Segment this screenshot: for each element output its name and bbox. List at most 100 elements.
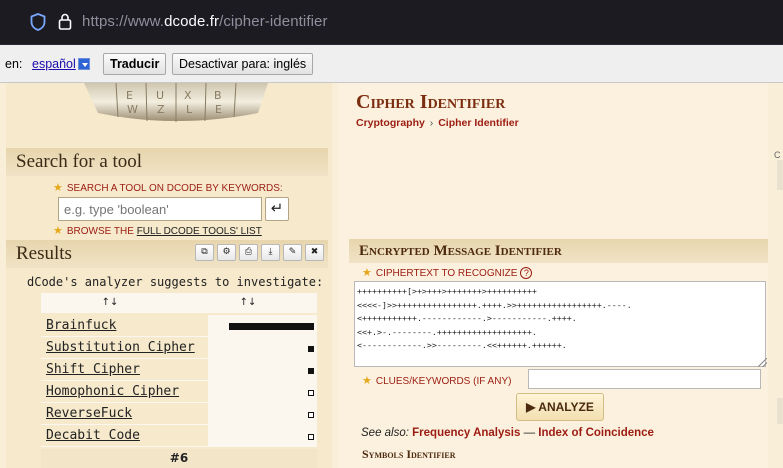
table-row: Homophonic Cipher xyxy=(41,381,317,403)
star-icon: ★ xyxy=(53,182,63,194)
score-bar xyxy=(308,368,314,374)
svg-text:L: L xyxy=(186,103,193,116)
browser-url-bar: https://www.dcode.fr/cipher-identifier xyxy=(0,0,783,45)
lock-icon[interactable] xyxy=(58,12,72,30)
enter-icon[interactable]: ↵ xyxy=(265,197,289,221)
right-edge-letter: C xyxy=(774,150,781,160)
download-icon[interactable]: ⤓ xyxy=(261,244,280,261)
page-title: Cipher Identifier xyxy=(356,91,506,113)
star-icon: ★ xyxy=(362,267,372,279)
close-icon[interactable]: ✖ xyxy=(305,244,324,261)
results-heading: Results ⧉ ⚙ ⎙ ⤓ ✎ ✖ xyxy=(6,240,328,268)
results-table-header: ↑↓ ↑↓ xyxy=(41,293,317,313)
translate-label: en: xyxy=(5,57,23,71)
results-title: Results xyxy=(16,243,72,264)
pin-icon[interactable]: ✎ xyxy=(283,244,302,261)
see-also: See also: Frequency Analysis — Index of … xyxy=(361,427,654,439)
chevron-down-icon[interactable] xyxy=(78,58,90,70)
browse-tools: ★ BROWSE THE FULL DCODE TOOLS' LIST xyxy=(53,224,262,237)
result-link[interactable]: Brainfuck xyxy=(41,315,208,336)
search-section-heading: Search for a tool xyxy=(6,148,328,176)
result-link[interactable]: Substitution Cipher xyxy=(41,337,208,358)
ciphertext-label-text: CIPHERTEXT TO RECOGNIZE xyxy=(375,268,518,279)
score-bar xyxy=(308,390,314,396)
table-row: Substitution Cipher xyxy=(41,337,317,359)
analyzer-text: dCode's analyzer suggests to investigate… xyxy=(27,275,324,289)
right-edge-box xyxy=(777,160,783,190)
sort-score-header[interactable]: ↑↓ xyxy=(179,293,317,313)
score-bar xyxy=(308,346,314,352)
main-content: Cipher Identifier Cryptography › Cipher … xyxy=(338,83,768,468)
full-tools-list-link[interactable]: FULL DCODE TOOLS' LIST xyxy=(137,226,262,237)
score-bar xyxy=(229,323,314,330)
score-cell xyxy=(208,315,317,336)
resize-handle-icon[interactable] xyxy=(758,358,767,367)
language-select[interactable]: español xyxy=(32,57,76,71)
url-path: /cipher-identifier xyxy=(219,13,328,30)
result-link[interactable]: ReverseFuck xyxy=(41,403,208,424)
result-link[interactable]: Shift Cipher xyxy=(41,359,208,380)
help-icon[interactable]: ? xyxy=(520,267,533,279)
index-of-coincidence-link[interactable]: Index of Coincidence xyxy=(538,427,654,439)
score-bar xyxy=(308,434,314,440)
score-cell xyxy=(208,337,317,358)
result-link[interactable]: Decabit Code xyxy=(41,425,208,446)
results-toolbar: ⧉ ⚙ ⎙ ⤓ ✎ ✖ xyxy=(195,244,324,261)
translate-bar: en: español Traducir Desactivar para: in… xyxy=(0,45,783,83)
cryptex-logo: E U X B W Z L E xyxy=(84,83,268,122)
symbols-identifier-heading: Symbols Identifier xyxy=(362,447,456,461)
results-table: Brainfuck Substitution Cipher Shift Ciph… xyxy=(41,315,317,447)
score-bar xyxy=(308,412,314,418)
breadcrumb: Cryptography › Cipher Identifier xyxy=(356,117,519,129)
clues-label-text: CLUES/KEYWORDS (IF ANY) xyxy=(375,376,512,387)
result-link[interactable]: Homophonic Cipher xyxy=(41,381,208,402)
see-also-label: See also: xyxy=(361,427,409,439)
table-row: Brainfuck xyxy=(41,315,317,337)
table-row: Decabit Code xyxy=(41,425,317,447)
shield-icon[interactable] xyxy=(30,13,46,31)
tool-search-input[interactable] xyxy=(58,197,262,221)
right-edge-box xyxy=(777,398,783,424)
breadcrumb-current[interactable]: Cipher Identifier xyxy=(438,117,519,129)
section-heading: Encrypted Message Identifier xyxy=(349,239,768,263)
disable-translate-button[interactable]: Desactivar para: inglés xyxy=(172,53,314,75)
svg-text:U: U xyxy=(156,89,164,102)
more-results-row[interactable]: #6 xyxy=(41,449,317,468)
svg-text:X: X xyxy=(184,89,192,102)
score-cell xyxy=(208,425,317,446)
sort-name-header[interactable]: ↑↓ xyxy=(41,293,179,313)
address-bar[interactable]: https://www.dcode.fr/cipher-identifier xyxy=(82,13,328,30)
see-also-separator: — xyxy=(523,427,536,439)
frequency-analysis-link[interactable]: Frequency Analysis xyxy=(412,427,520,439)
svg-text:W: W xyxy=(127,103,138,116)
results-panel: dCode's analyzer suggests to investigate… xyxy=(6,273,332,468)
star-icon: ★ xyxy=(362,375,372,387)
sidebar: EUXB WZLE Search for a tool ★ SEARCH A TO… xyxy=(6,83,332,468)
browse-prefix: BROWSE THE xyxy=(66,226,134,237)
breadcrumb-cryptography[interactable]: Cryptography xyxy=(356,117,425,129)
score-cell xyxy=(208,403,317,424)
url-host: dcode.fr xyxy=(164,13,220,30)
svg-text:E: E xyxy=(215,103,222,116)
score-cell xyxy=(208,381,317,402)
svg-text:B: B xyxy=(214,89,222,102)
clues-label: ★ CLUES/KEYWORDS (IF ANY) xyxy=(362,374,511,387)
star-icon: ★ xyxy=(53,225,63,237)
table-row: ReverseFuck xyxy=(41,403,317,425)
translate-button[interactable]: Traducir xyxy=(103,53,167,75)
score-cell xyxy=(208,359,317,380)
search-hint-text: SEARCH A TOOL ON DCODE BY KEYWORDS: xyxy=(66,183,283,194)
clues-input[interactable] xyxy=(528,369,761,389)
search-hint: ★ SEARCH A TOOL ON DCODE BY KEYWORDS: xyxy=(53,181,283,194)
ciphertext-label: ★ CIPHERTEXT TO RECOGNIZE? xyxy=(362,266,533,279)
settings-icon[interactable]: ⚙ xyxy=(217,244,236,261)
url-prefix: https://www. xyxy=(82,13,165,30)
table-row: Shift Cipher xyxy=(41,359,317,381)
svg-text:E: E xyxy=(126,89,133,102)
analyze-button[interactable]: ▶ ANALYZE xyxy=(516,393,604,421)
breadcrumb-separator: › xyxy=(429,117,434,129)
copy-icon[interactable]: ⧉ xyxy=(195,244,214,261)
print-icon[interactable]: ⎙ xyxy=(239,244,258,261)
svg-text:Z: Z xyxy=(157,103,165,116)
ciphertext-textarea[interactable]: ++++++++++[>+>+++>+++++++>++++++++++ <<<… xyxy=(354,281,766,367)
